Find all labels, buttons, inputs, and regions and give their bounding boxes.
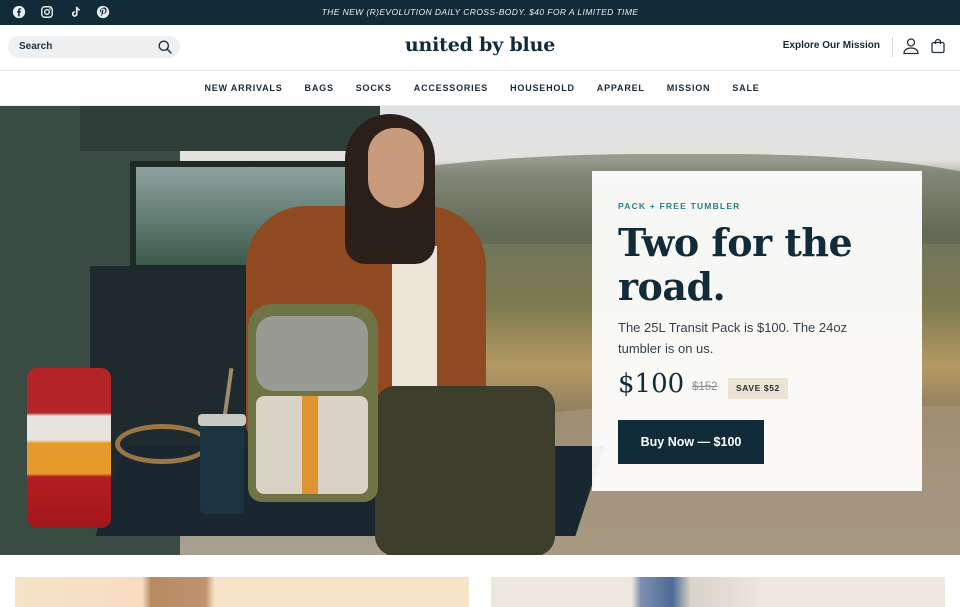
nav-item-apparel[interactable]: APPAREL xyxy=(586,83,656,93)
announcement-bar: THE NEW (R)EVOLUTION DAILY CROSS-BODY. $… xyxy=(0,0,960,25)
nav-item-household[interactable]: HOUSEHOLD xyxy=(499,83,586,93)
category-tile-right[interactable] xyxy=(491,577,945,607)
promo-eyebrow: PACK + FREE TUMBLER xyxy=(618,201,741,211)
hero-tumbler-lid xyxy=(198,414,246,426)
hero-tumbler xyxy=(200,414,244,514)
hero-backpack-top xyxy=(256,316,368,391)
nav-item-mission[interactable]: MISSION xyxy=(656,83,722,93)
cart-icon[interactable] xyxy=(930,38,946,54)
promo-card: PACK + FREE TUMBLER Two for the road. Th… xyxy=(592,171,922,491)
nav-item-bags[interactable]: BAGS xyxy=(294,83,345,93)
buy-now-button[interactable]: Buy Now — $100 xyxy=(618,420,764,464)
hero-car-taillight xyxy=(27,368,111,528)
nav-item-sale[interactable]: SALE xyxy=(721,83,770,93)
header-divider xyxy=(892,37,893,57)
hero-model-face xyxy=(368,128,424,208)
hero-model-pants xyxy=(375,386,555,555)
promo-subtext: The 25L Transit Pack is $100. The 24oz t… xyxy=(618,320,848,356)
nav-list: NEW ARRIVALS BAGS SOCKS ACCESSORIES HOUS… xyxy=(0,71,960,93)
nav-item-accessories[interactable]: ACCESSORIES xyxy=(403,83,499,93)
nav-item-new-arrivals[interactable]: NEW ARRIVALS xyxy=(193,83,293,93)
category-tile-left[interactable] xyxy=(15,577,469,607)
explore-mission-link[interactable]: Explore Our Mission xyxy=(783,40,880,51)
nav-item-socks[interactable]: SOCKS xyxy=(345,83,403,93)
announcement-text[interactable]: THE NEW (R)EVOLUTION DAILY CROSS-BODY. $… xyxy=(0,7,960,17)
original-price: $152 xyxy=(692,381,718,393)
price-row: $100 $152 SAVE $52 xyxy=(618,369,908,403)
promo-headline: Two for the road. xyxy=(618,220,853,309)
site-header: Search united by blue Explore Our Missio… xyxy=(0,25,960,71)
main-nav: NEW ARRIVALS BAGS SOCKS ACCESSORIES HOUS… xyxy=(0,71,960,106)
hero-backpack-stripe xyxy=(302,396,318,494)
hero-model-shirt xyxy=(392,246,437,386)
hero-car-roof xyxy=(80,106,380,151)
hero-rope xyxy=(115,424,210,464)
account-icon[interactable] xyxy=(902,37,920,55)
hero-banner: PACK + FREE TUMBLER Two for the road. Th… xyxy=(0,106,960,555)
sale-price: $100 xyxy=(618,369,685,399)
save-badge: SAVE $52 xyxy=(728,378,788,399)
